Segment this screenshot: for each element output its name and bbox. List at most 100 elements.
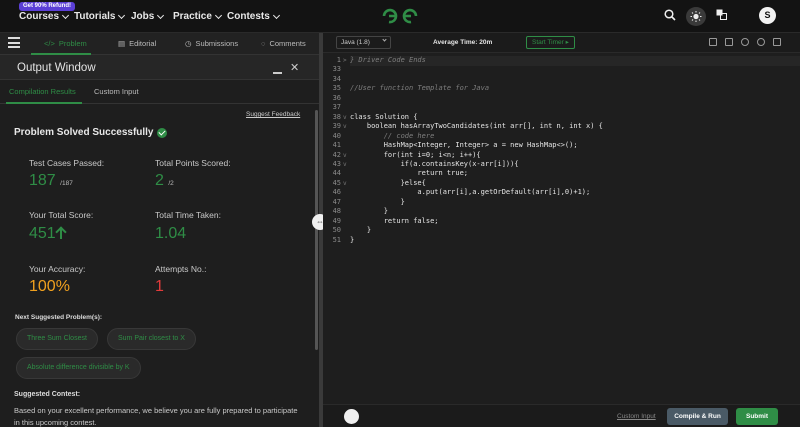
points-value: 2 /2 <box>155 172 174 190</box>
tab-submissions[interactable]: ◷ Submissions <box>185 39 238 48</box>
code-editor[interactable]: 1 >} Driver Code Ends 33 34 35//User functio… <box>323 53 800 404</box>
fold-toggle-icon[interactable]: > <box>343 56 347 66</box>
line-number: 51 <box>332 235 341 244</box>
reset-icon[interactable] <box>757 38 765 46</box>
copy-icon[interactable] <box>709 38 717 46</box>
score-number: 451 <box>29 225 56 242</box>
editor-bottom-bar: Custom Input Compile & Run Submit <box>323 404 800 427</box>
lightbulb-icon[interactable] <box>344 409 359 424</box>
document-icon[interactable] <box>725 38 733 46</box>
output-window-header: Output Window ✕ <box>0 55 319 80</box>
search-icon[interactable] <box>664 9 676 21</box>
code-line[interactable]: 50 } <box>323 226 800 236</box>
arrow-up-icon <box>56 226 67 239</box>
suggest-feedback-link[interactable]: Suggest Feedback <box>246 111 300 118</box>
code-line[interactable]: 35 //User function Template for Java <box>323 84 800 94</box>
code-text: class Solution { <box>350 112 418 121</box>
suggestion-chip[interactable]: Absolute difference divisible by K <box>16 357 141 379</box>
top-navbar: Get 90% Refund! Courses Tutorials Jobs P… <box>0 0 800 33</box>
line-number: 48 <box>332 207 341 216</box>
output-scrollbar[interactable] <box>315 110 318 350</box>
nav-jobs[interactable]: Jobs <box>131 11 165 22</box>
nav-practice[interactable]: Practice <box>173 11 222 22</box>
code-line[interactable]: 38 v class Solution { <box>323 113 800 123</box>
suggestion-chip[interactable]: Three Sum Closest <box>16 328 98 350</box>
menu-icon[interactable] <box>8 37 20 51</box>
submit-button[interactable]: Submit <box>736 408 778 425</box>
code-line[interactable]: 46 a.put(arr[i],a.getOrDefault(arr[i],0)… <box>323 188 800 198</box>
suggestion-chip[interactable]: Sum Pair closest to X <box>107 328 196 350</box>
custom-input-link[interactable]: Custom Input <box>617 413 656 420</box>
code-line[interactable]: 42 v for(int i=0; i<n; i++){ <box>323 151 800 161</box>
code-line[interactable]: 33 <box>323 65 800 75</box>
fold-toggle-icon[interactable]: v <box>343 113 347 123</box>
code-line[interactable]: 45 v }else{ <box>323 179 800 189</box>
line-number: 35 <box>332 84 341 93</box>
code-line[interactable]: 1 >} Driver Code Ends <box>323 56 800 66</box>
test-cases-value: 187 /187 <box>29 172 73 190</box>
compile-run-button[interactable]: Compile & Run <box>667 408 728 425</box>
line-number: 40 <box>332 131 341 140</box>
close-icon[interactable]: ✕ <box>290 61 299 74</box>
nav-courses[interactable]: Courses <box>19 11 70 22</box>
tab-compilation-results[interactable]: Compilation Results <box>9 87 76 96</box>
code-text: } <box>350 226 372 235</box>
nav-contests[interactable]: Contests <box>227 11 280 22</box>
tab-label: Problem <box>58 39 87 48</box>
nav-tutorials[interactable]: Tutorials <box>74 11 126 22</box>
test-cases-label: Test Cases Passed: <box>29 158 105 168</box>
problem-tabs: </> Problem ▤ Editorial ◷ Submissions ◌ Comm… <box>0 33 319 55</box>
code-line[interactable]: 51} <box>323 236 800 246</box>
code-text: } <box>350 207 388 216</box>
points-total: /2 <box>168 180 174 187</box>
code-text: }else{ <box>350 178 426 187</box>
points-scored: 2 <box>155 172 164 189</box>
line-number: 47 <box>332 197 341 206</box>
chevron-down-icon <box>272 11 280 19</box>
language-select[interactable]: Java (1.8) <box>336 36 391 49</box>
chevron-down-icon <box>214 11 222 19</box>
geeksforgeeks-logo-icon[interactable] <box>380 6 420 26</box>
code-text: for(int i=0; i<n; i++){ <box>350 150 481 159</box>
code-line[interactable]: 36 <box>323 94 800 104</box>
tab-label: Submissions <box>195 39 239 48</box>
line-number: 45 <box>332 178 341 187</box>
code-line[interactable]: 48 } <box>323 207 800 217</box>
tab-editorial[interactable]: ▤ Editorial <box>118 39 156 48</box>
document-icon: ▤ <box>118 39 126 48</box>
code-text: boolean hasArrayTwoCandidates(int arr[],… <box>350 122 603 131</box>
user-avatar[interactable]: S <box>759 7 776 24</box>
fold-toggle-icon[interactable]: v <box>343 179 347 189</box>
code-line[interactable]: 39 v boolean hasArrayTwoCandidates(int ar… <box>323 122 800 132</box>
fold-toggle-icon[interactable]: v <box>343 160 347 170</box>
code-line[interactable]: 41 HashMap<Integer, Integer> a = new Has… <box>323 141 800 151</box>
code-line[interactable]: 37 <box>323 103 800 113</box>
code-line[interactable]: 47 } <box>323 198 800 208</box>
active-tab-indicator <box>6 102 82 104</box>
code-text: HashMap<Integer, Integer> a = new HashMa… <box>350 141 578 150</box>
tab-problem[interactable]: </> Problem <box>44 39 87 48</box>
start-timer-button[interactable]: Start Timer ▸ <box>526 36 575 49</box>
code-line[interactable]: 49 return false; <box>323 217 800 227</box>
code-line[interactable]: 40 // code here <box>323 132 800 142</box>
settings-icon[interactable] <box>741 38 749 46</box>
code-line[interactable]: 34 <box>323 75 800 85</box>
minimize-icon[interactable] <box>273 72 282 74</box>
sun-icon <box>690 11 702 22</box>
line-number: 1 <box>336 56 341 64</box>
fullscreen-icon[interactable] <box>773 38 781 46</box>
tab-comments[interactable]: ◌ Comments <box>261 39 306 48</box>
tab-custom-input[interactable]: Custom Input <box>94 87 139 96</box>
check-circle-icon <box>156 127 167 138</box>
comment-icon: ◌ <box>261 39 266 48</box>
refund-promo-badge[interactable]: Get 90% Refund! <box>19 2 76 11</box>
theme-toggle-button[interactable] <box>686 7 706 26</box>
fold-toggle-icon[interactable]: v <box>343 151 347 161</box>
code-line[interactable]: 44 return true; <box>323 169 800 179</box>
line-number: 49 <box>332 216 341 225</box>
fold-toggle-icon[interactable]: v <box>343 122 347 132</box>
code-text: } <box>350 197 405 206</box>
code-line[interactable]: 43 v if(a.containsKey(x-arr[i])){ <box>323 160 800 170</box>
line-number: 46 <box>332 188 341 197</box>
translate-icon[interactable] <box>716 9 727 20</box>
